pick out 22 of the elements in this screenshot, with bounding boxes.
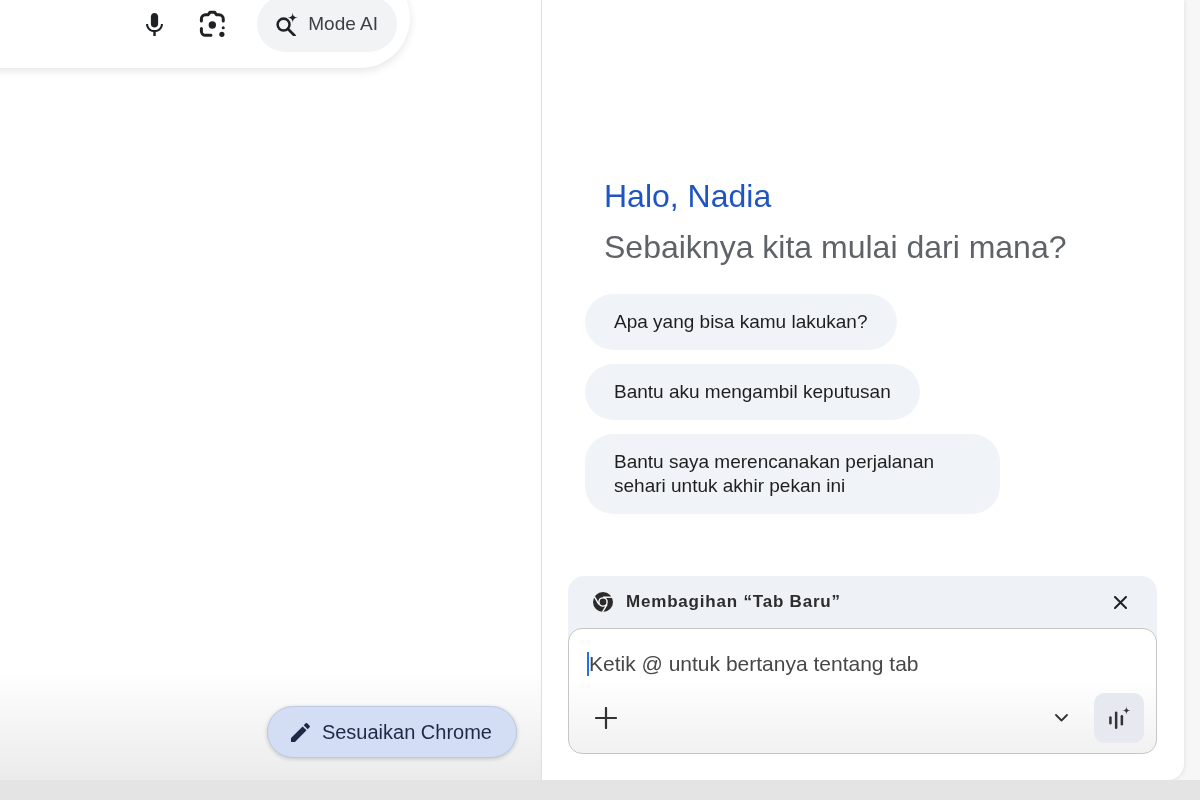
suggestion-chip[interactable]: Apa yang bisa kamu lakukan? xyxy=(585,294,897,350)
microphone-icon xyxy=(146,12,164,36)
greeting-question: Sebaiknya kita mulai dari mana? xyxy=(604,228,1068,267)
voice-search-button[interactable] xyxy=(146,12,164,36)
camera-lens-icon xyxy=(199,10,228,38)
suggestion-chip[interactable]: Bantu aku mengambil keputusan xyxy=(585,364,920,420)
suggestion-chip[interactable]: Bantu saya merencanakan perjalanan sehari untuk akhir pekan ini xyxy=(585,434,1000,514)
pencil-icon xyxy=(290,722,310,742)
customize-button[interactable]: Sesuaikan Chrome xyxy=(266,706,517,758)
logo-icon xyxy=(593,592,613,612)
close-button[interactable] xyxy=(1112,593,1129,611)
close-icon xyxy=(1114,595,1127,609)
text-cursor xyxy=(587,652,589,676)
voice-button[interactable] xyxy=(1094,693,1144,743)
greeting-title: Halo, Nadia xyxy=(604,177,773,216)
audio-bars-sparkle-icon xyxy=(1107,706,1131,730)
chevron-down-icon xyxy=(1054,714,1068,722)
ai-mode-button[interactable]: Mode AI xyxy=(257,0,397,52)
add-button[interactable] xyxy=(595,707,617,729)
plus-icon xyxy=(595,707,617,729)
tab-sharing-label: Membagihan “Tab Baru” xyxy=(626,592,841,612)
image-search-button[interactable] xyxy=(199,10,228,38)
